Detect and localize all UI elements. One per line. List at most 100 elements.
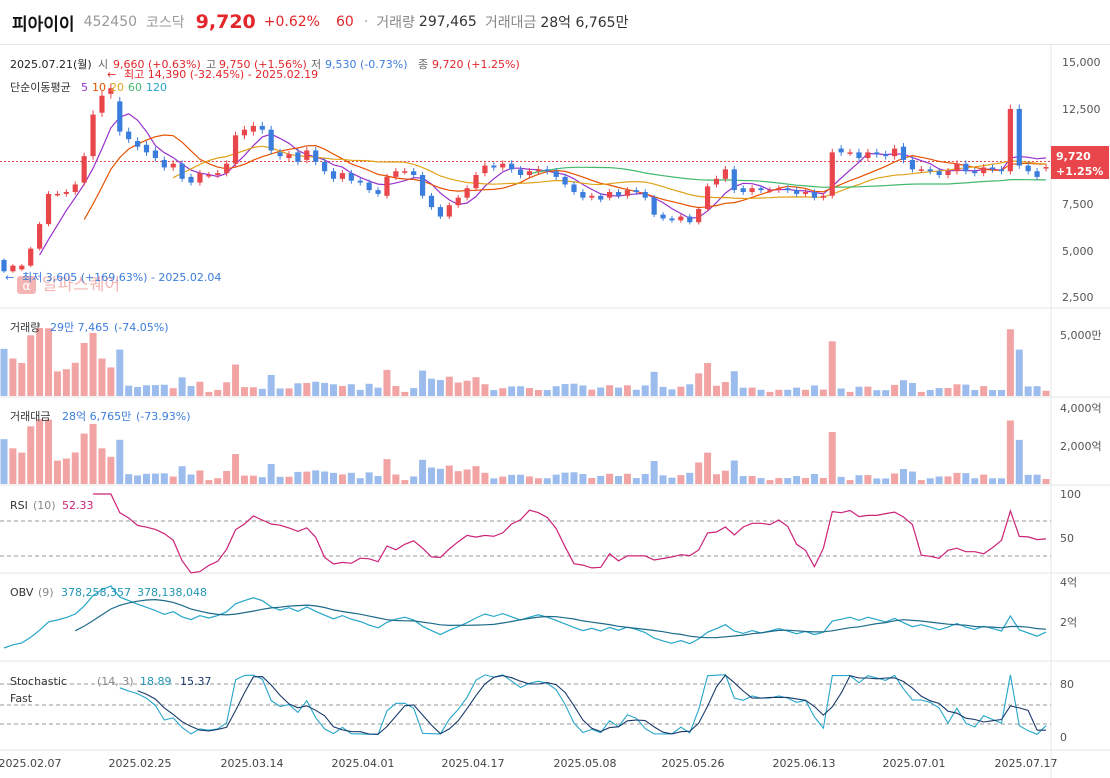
candle-body <box>874 152 880 155</box>
candle-body <box>1 259 7 272</box>
volume-bar <box>766 391 774 396</box>
amount-bar <box>347 472 355 484</box>
candle-body <box>232 135 239 164</box>
amount-bar <box>392 474 400 484</box>
amount-bar <box>819 477 827 484</box>
amount-bar <box>321 471 329 484</box>
date-tick: 2025.06.13 <box>773 757 836 770</box>
volume-bar <box>499 388 507 396</box>
amount-bar <box>1015 439 1023 484</box>
volume-bar <box>392 386 400 396</box>
amount-bar <box>944 476 952 484</box>
candle-body <box>90 114 96 157</box>
candle-body <box>188 176 194 183</box>
amount-bar <box>80 433 88 484</box>
high-arrow: ← <box>107 68 116 81</box>
amount-bar <box>365 472 373 484</box>
candle-body <box>81 156 87 183</box>
volume-bar <box>142 385 150 396</box>
volume-bars <box>0 327 1050 396</box>
candle-body <box>19 265 25 270</box>
amount-bar <box>650 461 658 484</box>
candle-body <box>197 173 203 183</box>
volume-bar <box>588 389 596 396</box>
volume-bar <box>481 384 489 396</box>
amount-bar <box>445 465 453 484</box>
volume-bar <box>383 369 391 396</box>
candle-body <box>687 216 693 223</box>
volume-bar <box>187 386 195 396</box>
volume-bar <box>641 385 649 396</box>
volume-bar <box>445 376 453 396</box>
amount-bar <box>330 472 338 484</box>
amount-panel-value: 28억 6,765만 <box>62 410 131 423</box>
candle-body <box>259 125 265 130</box>
amount-bar <box>285 476 293 484</box>
amount-bar <box>632 478 640 484</box>
amount-bar <box>570 472 578 484</box>
volume-bar <box>160 384 168 396</box>
amount-bar <box>668 477 676 484</box>
candle-body <box>143 144 150 153</box>
candle-body <box>517 169 524 176</box>
amount-bar <box>953 472 961 484</box>
high-annotation: ← 최고 14,390 (-32.45%) - 2025.02.19 <box>107 68 318 81</box>
candle-body <box>99 95 105 113</box>
volume-bar <box>1006 329 1014 396</box>
volume-bar <box>356 389 364 396</box>
volume-panel-pct: (-74.05%) <box>114 321 169 334</box>
candle-body <box>981 167 987 174</box>
amount-bar <box>1042 479 1050 484</box>
candle-body <box>945 171 951 176</box>
candle-body <box>963 163 969 172</box>
amount-bar <box>134 475 142 484</box>
ma-legend-10: 10 <box>92 81 106 94</box>
amount-bar <box>606 473 614 484</box>
candle-body <box>580 192 586 198</box>
stock-chart[interactable]: α 알파스퀘어 2025.07.21(월) 시 9,660 (+0.63%) 고… <box>0 0 1110 778</box>
candle-body <box>847 152 853 154</box>
amount-bar <box>303 471 311 484</box>
candle-body <box>900 146 907 160</box>
volume-bar <box>962 384 970 396</box>
amount-bar <box>721 470 729 484</box>
amount-bar <box>579 473 587 484</box>
ma-legend: 단순이동평균 5 10 20 60 120 <box>10 81 167 94</box>
candle-body <box>304 150 310 160</box>
candle-body <box>998 169 1005 172</box>
volume-bar <box>312 381 320 396</box>
candle-body <box>339 173 346 179</box>
candle-body <box>491 165 497 168</box>
amount-bar <box>249 475 257 484</box>
amount-bar <box>873 478 881 484</box>
date-tick: 2025.05.08 <box>554 757 617 770</box>
volume-bar <box>9 358 17 396</box>
candle-body <box>134 141 141 147</box>
volume-bar <box>27 335 35 396</box>
volume-bar <box>98 358 106 396</box>
candle-body <box>330 171 337 179</box>
amount-bar <box>214 478 222 484</box>
amount-bar <box>534 478 542 484</box>
candle-body <box>811 192 818 198</box>
candle-body <box>464 188 470 198</box>
candle-body <box>419 175 426 196</box>
volume-bar <box>997 390 1005 396</box>
amount-bar <box>89 423 97 484</box>
volume-bar <box>739 387 747 396</box>
ma-legend-120: 120 <box>146 81 167 94</box>
stoch-axis-tick: 80 <box>1060 678 1074 691</box>
candle-body <box>126 131 132 140</box>
volume-bar <box>810 385 818 396</box>
volume-bar <box>80 343 88 396</box>
stoch-value-2: 15.37 <box>180 675 212 688</box>
candle-body <box>402 171 408 173</box>
info-date: 2025.07.21(월) <box>10 58 92 71</box>
amount-bar <box>971 478 979 484</box>
amount-bar <box>802 478 810 484</box>
volume-bar <box>802 389 810 396</box>
amount-bar <box>659 475 667 484</box>
volume-bar <box>321 382 329 396</box>
volume-bar <box>276 388 284 396</box>
amount-bars <box>0 419 1050 484</box>
